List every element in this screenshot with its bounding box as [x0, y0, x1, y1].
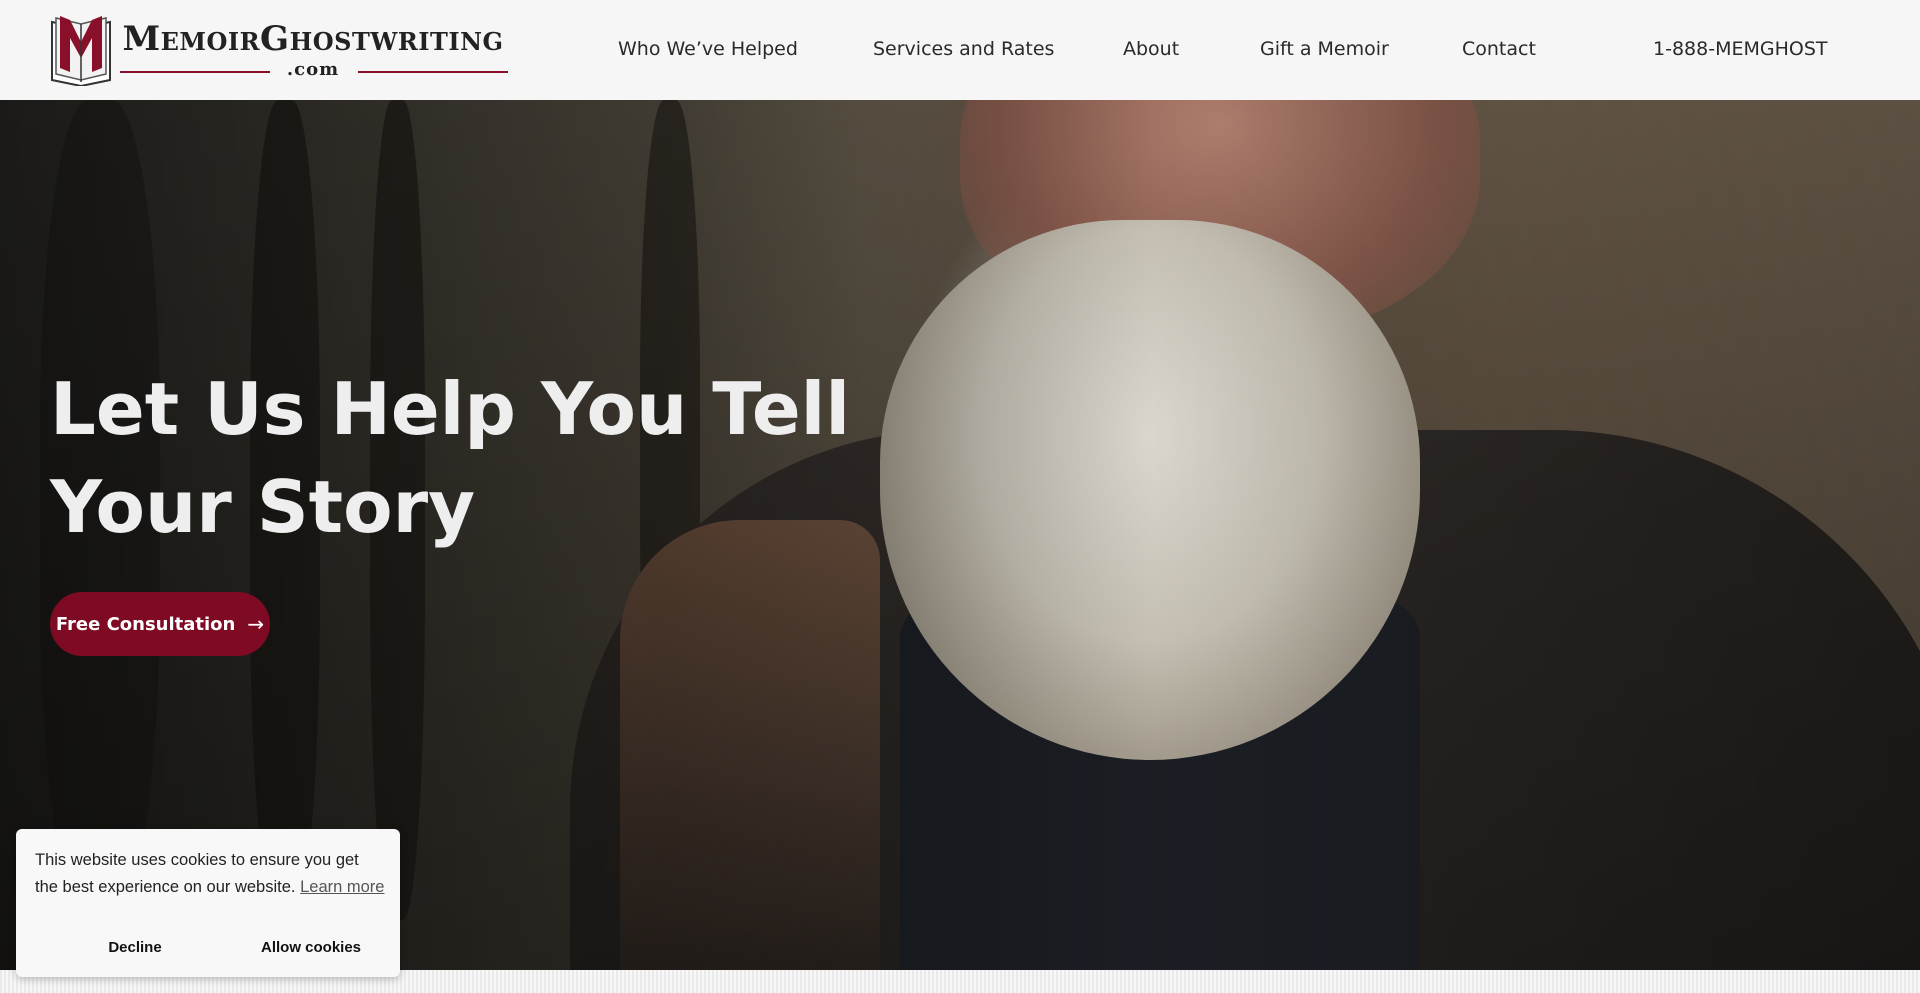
- cookie-decline-button[interactable]: Decline: [60, 928, 210, 966]
- nav-about[interactable]: About: [1123, 38, 1179, 60]
- nav-services-and-rates[interactable]: Services and Rates: [873, 38, 1054, 60]
- arrow-right-icon: →: [247, 612, 265, 636]
- nav-contact[interactable]: Contact: [1462, 38, 1536, 60]
- cta-label: Free Consultation: [55, 613, 236, 635]
- site-logo[interactable]: MemoirGhostwriting .com: [48, 12, 508, 88]
- logo-wordmark: MemoirGhostwriting: [122, 19, 504, 59]
- site-header: MemoirGhostwriting .com Who We’ve Helped…: [0, 0, 1920, 100]
- cookie-allow-button[interactable]: Allow cookies: [236, 928, 386, 966]
- free-consultation-button[interactable]: Free Consultation →: [50, 592, 270, 656]
- logo-domain: .com: [286, 59, 340, 80]
- nav-who-weve-helped[interactable]: Who We’ve Helped: [618, 38, 798, 60]
- nav-gift-a-memoir[interactable]: Gift a Memoir: [1260, 38, 1389, 60]
- cookie-learn-more-link[interactable]: Learn more: [300, 878, 384, 896]
- cookie-message: This website uses cookies to ensure you …: [35, 851, 385, 896]
- cookie-consent-banner: This website uses cookies to ensure you …: [16, 829, 400, 977]
- logo-rule-right: [358, 71, 508, 73]
- logo-rule-left: [120, 71, 270, 73]
- hero-title: Let Us Help You Tell Your Story: [50, 367, 851, 549]
- book-logo-icon: [51, 16, 111, 86]
- phone-link[interactable]: 1-888-MEMGHOST: [1653, 38, 1828, 60]
